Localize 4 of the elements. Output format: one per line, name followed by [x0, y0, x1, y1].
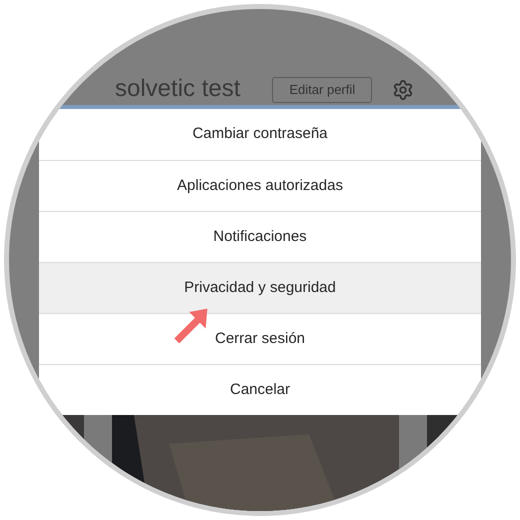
username: solvetic test: [115, 75, 240, 103]
menu-item[interactable]: Privacidad y seguridad: [39, 262, 481, 313]
menu-item[interactable]: Cancelar: [39, 364, 481, 415]
settings-icon[interactable]: [392, 79, 414, 101]
